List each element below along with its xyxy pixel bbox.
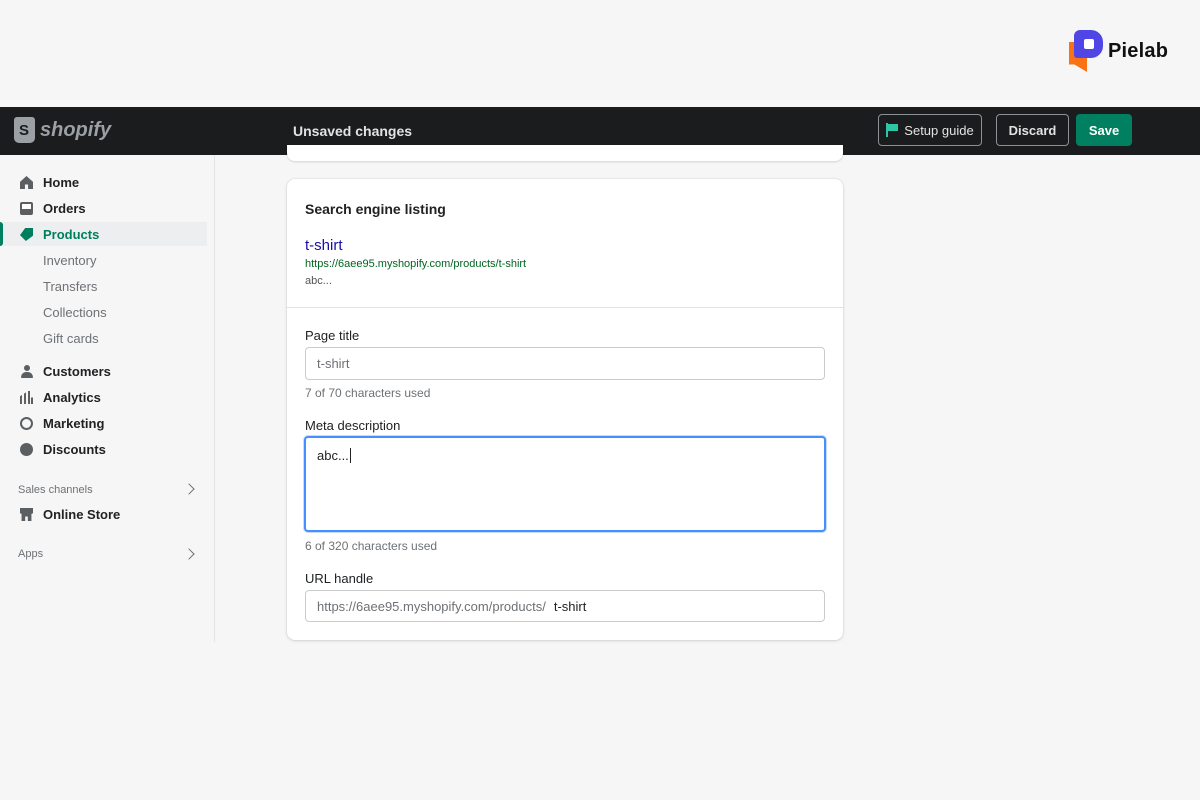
meta-description-help: 6 of 320 characters used	[305, 539, 438, 553]
meta-description-value: abc...	[317, 448, 349, 463]
sidebar-item-home[interactable]: Home	[0, 170, 207, 194]
sidebar-item-orders[interactable]: Orders	[0, 196, 207, 220]
page-title-label: Page title	[305, 328, 360, 343]
home-icon	[20, 176, 33, 189]
flag-icon	[886, 123, 899, 137]
divider	[287, 307, 843, 308]
page-title-help: 7 of 70 characters used	[305, 386, 431, 400]
marketing-icon	[20, 417, 33, 430]
apps-label: Apps	[18, 548, 44, 560]
shopify-logo[interactable]: shopify	[14, 117, 111, 143]
sidebar-subitem-inventory[interactable]: Inventory	[43, 253, 96, 268]
chevron-right-icon[interactable]	[183, 548, 195, 560]
sidebar-subitem-collections[interactable]: Collections	[43, 305, 107, 320]
sales-channels-label: Sales channels	[18, 484, 93, 496]
pielab-logo-text: Pielab	[1108, 39, 1169, 62]
sidebar-item-online-store[interactable]: Online Store	[0, 502, 207, 526]
sidebar-item-marketing[interactable]: Marketing	[0, 411, 207, 435]
sidebar-item-label: Online Store	[43, 506, 121, 522]
card-title: Search engine listing	[305, 201, 446, 217]
discard-button[interactable]: Discard	[996, 114, 1069, 146]
previous-card	[287, 145, 843, 161]
customers-icon	[20, 365, 33, 378]
sidebar-item-customers[interactable]: Customers	[0, 359, 207, 383]
orders-icon	[20, 202, 33, 215]
unsaved-changes-title: Unsaved changes	[293, 123, 413, 139]
discounts-icon	[20, 443, 33, 456]
setup-guide-button[interactable]: Setup guide	[878, 114, 982, 146]
sidebar-item-label: Orders	[43, 200, 86, 216]
seo-preview-title: t-shirt	[305, 237, 343, 254]
text-cursor	[349, 448, 351, 463]
sidebar-item-label: Products	[43, 226, 100, 242]
search-engine-listing-card: Search engine listing t-shirt https://6a…	[287, 179, 843, 640]
seo-preview-url: https://6aee95.myshopify.com/products/t-…	[305, 258, 527, 270]
meta-description-textarea[interactable]: abc...	[304, 436, 826, 532]
page-title-input[interactable]: t-shirt	[305, 347, 825, 380]
sidebar-item-discounts[interactable]: Discounts	[0, 437, 207, 461]
pielab-logo-icon	[1068, 29, 1104, 73]
sidebar-item-label: Analytics	[43, 389, 101, 405]
url-handle-input[interactable]: https://6aee95.myshopify.com/products/ t…	[305, 590, 825, 622]
sidebar-item-label: Marketing	[43, 415, 105, 431]
analytics-icon	[20, 391, 33, 404]
sidebar-subitem-transfers[interactable]: Transfers	[43, 279, 97, 294]
url-handle-prefix: https://6aee95.myshopify.com/products/	[317, 598, 546, 614]
sidebar-item-products[interactable]: Products	[0, 222, 207, 246]
sidebar-item-label: Discounts	[43, 441, 106, 457]
sidebar-item-label: Home	[43, 174, 80, 190]
store-icon	[20, 508, 33, 521]
url-handle-value: t-shirt	[553, 598, 587, 614]
setup-guide-label: Setup guide	[904, 122, 974, 138]
save-button[interactable]: Save	[1076, 114, 1132, 146]
shopify-bag-icon	[14, 117, 35, 143]
sidebar-subitem-gift-cards[interactable]: Gift cards	[43, 331, 99, 346]
seo-preview-description: abc...	[305, 275, 332, 287]
url-handle-label: URL handle	[305, 571, 374, 586]
sidebar-item-label: Customers	[43, 363, 111, 379]
chevron-right-icon[interactable]	[183, 483, 195, 495]
tag-icon	[20, 228, 33, 241]
meta-description-label: Meta description	[305, 418, 401, 433]
page-title-value: t-shirt	[317, 356, 350, 371]
sidebar: Home Orders Products Inventory Transfers…	[0, 155, 215, 642]
pielab-logo: Pielab	[1068, 29, 1168, 73]
shopify-logo-text: shopify	[40, 118, 112, 141]
sidebar-item-analytics[interactable]: Analytics	[0, 385, 207, 409]
